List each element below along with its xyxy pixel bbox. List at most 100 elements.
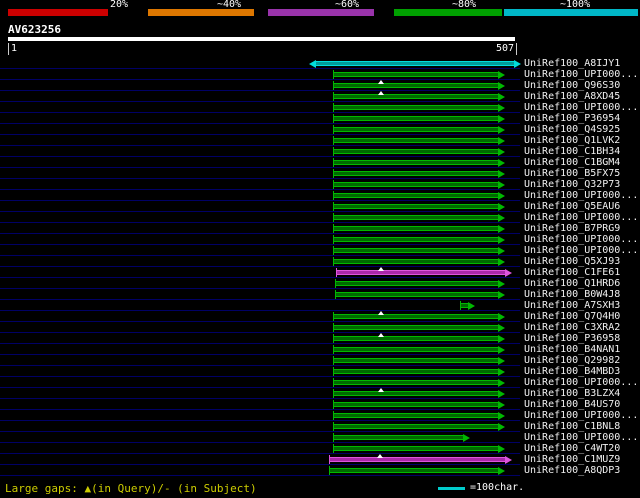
hit-label[interactable]: UniRef100_A8IJY1 — [524, 58, 620, 69]
hit-label[interactable]: UniRef100_B3LZX4 — [524, 388, 620, 399]
alignment-bar[interactable] — [335, 290, 505, 299]
alignment-row: UniRef100_Q32P73 — [0, 179, 640, 190]
alignment-bar[interactable] — [333, 103, 505, 112]
alignment-row: UniRef100_UPI000... — [0, 377, 640, 388]
alignment-bar[interactable] — [333, 235, 505, 244]
hit-label[interactable]: UniRef100_UPI000... — [524, 377, 638, 388]
hit-label[interactable]: UniRef100_C4WT20 — [524, 443, 620, 454]
alignment-bar[interactable] — [333, 422, 505, 431]
alignment-bar[interactable] — [333, 257, 505, 266]
alignment-bar[interactable] — [333, 169, 505, 178]
hit-label[interactable]: UniRef100_Q7Q4H0 — [524, 311, 620, 322]
alignment-bar[interactable] — [333, 433, 470, 442]
hit-label[interactable]: UniRef100_C1MUZ9 — [524, 454, 620, 465]
alignment-bar[interactable] — [333, 224, 505, 233]
hit-label[interactable]: UniRef100_C1BGM4 — [524, 157, 620, 168]
hit-label[interactable]: UniRef100_UPI000... — [524, 212, 638, 223]
hit-label[interactable]: UniRef100_Q4S925 — [524, 124, 620, 135]
alignment-row: UniRef100_Q5XJ93 — [0, 256, 640, 267]
scale-key-label: 20% — [110, 0, 129, 10]
hit-label[interactable]: UniRef100_B7PRG9 — [524, 223, 620, 234]
alignment-bar[interactable] — [333, 378, 505, 387]
alignment-row: UniRef100_Q1LVK2 — [0, 135, 640, 146]
scale-unit-label: =100char. — [470, 482, 525, 493]
alignment-bar[interactable] — [333, 367, 505, 376]
hit-label[interactable]: UniRef100_Q1LVK2 — [524, 135, 620, 146]
hit-label[interactable]: UniRef100_B5FX75 — [524, 168, 620, 179]
alignment-bar[interactable] — [333, 191, 505, 200]
start-tick — [333, 180, 334, 189]
alignment-row: UniRef100_A7SXH3 — [0, 300, 640, 311]
alignment-bar[interactable] — [333, 147, 505, 156]
hit-label[interactable]: UniRef100_Q32P73 — [524, 179, 620, 190]
hit-label[interactable]: UniRef100_C1BH34 — [524, 146, 620, 157]
hit-label[interactable]: UniRef100_P36958 — [524, 333, 620, 344]
alignment-bar[interactable] — [333, 202, 505, 211]
alignment-bar[interactable] — [333, 444, 505, 453]
hit-label[interactable]: UniRef100_UPI000... — [524, 190, 638, 201]
alignment-bar[interactable] — [333, 356, 505, 365]
arrowhead-right-icon — [498, 170, 505, 178]
gap-marker-icon — [377, 454, 383, 458]
alignment-row: UniRef100_C1BNL8 — [0, 421, 640, 432]
hit-label[interactable]: UniRef100_C3XRA2 — [524, 322, 620, 333]
hit-label[interactable]: UniRef100_A8XD45 — [524, 91, 620, 102]
hit-label[interactable]: UniRef100_P36954 — [524, 113, 620, 124]
alignment-bar[interactable] — [333, 114, 505, 123]
alignment-bar[interactable] — [333, 91, 505, 101]
hit-label[interactable]: UniRef100_B4MBD3 — [524, 366, 620, 377]
alignment-bar[interactable] — [333, 323, 505, 332]
alignment-bar[interactable] — [335, 279, 505, 288]
hit-label[interactable]: UniRef100_B4NAN1 — [524, 344, 620, 355]
hit-label[interactable]: UniRef100_UPI000... — [524, 102, 638, 113]
alignment-bar[interactable] — [460, 301, 475, 310]
alignment-bar[interactable] — [333, 80, 505, 90]
alignment-bar[interactable] — [336, 267, 512, 277]
hit-label[interactable]: UniRef100_C1FE61 — [524, 267, 620, 278]
hit-label[interactable]: UniRef100_B4US70 — [524, 399, 620, 410]
alignment-bar[interactable] — [333, 136, 505, 145]
alignment-bar[interactable] — [333, 311, 505, 321]
alignment-row: UniRef100_B5FX75 — [0, 168, 640, 179]
alignment-bar[interactable] — [333, 213, 505, 222]
alignment-bar[interactable] — [329, 466, 505, 475]
alignment-bar[interactable] — [333, 180, 505, 189]
query-name: AV623256 — [8, 23, 61, 36]
alignment-row: UniRef100_Q4S925 — [0, 124, 640, 135]
arrowhead-right-icon — [498, 357, 505, 365]
hit-label[interactable]: UniRef100_Q1HRD6 — [524, 278, 620, 289]
arrowhead-right-icon — [498, 93, 505, 101]
gap-marker-icon — [378, 267, 384, 271]
alignment-bar[interactable] — [333, 400, 505, 409]
alignment-bar[interactable] — [333, 125, 505, 134]
hit-label[interactable]: UniRef100_Q5XJ93 — [524, 256, 620, 267]
start-tick — [333, 114, 334, 123]
alignment-bar[interactable] — [333, 411, 505, 420]
alignment-bar[interactable] — [333, 70, 505, 79]
hit-label[interactable]: UniRef100_UPI000... — [524, 410, 638, 421]
hit-label[interactable]: UniRef100_A7SXH3 — [524, 300, 620, 311]
arrowhead-right-icon — [498, 126, 505, 134]
hit-label[interactable]: UniRef100_UPI000... — [524, 245, 638, 256]
hit-label[interactable]: UniRef100_Q29982 — [524, 355, 620, 366]
hit-label[interactable]: UniRef100_Q5EAU6 — [524, 201, 620, 212]
hit-label[interactable]: UniRef100_A8QDP3 — [524, 465, 620, 476]
alignment-bar[interactable] — [333, 246, 505, 255]
alignment-bar[interactable] — [333, 388, 505, 398]
hit-label[interactable]: UniRef100_UPI000... — [524, 234, 638, 245]
hit-label[interactable]: UniRef100_UPI000... — [524, 432, 638, 443]
start-tick — [333, 147, 334, 156]
hit-label[interactable]: UniRef100_UPI000... — [524, 69, 638, 80]
arrowhead-right-icon — [498, 401, 505, 409]
alignment-bar[interactable] — [333, 333, 505, 343]
alignment-row: UniRef100_B3LZX4 — [0, 388, 640, 399]
alignment-bar[interactable] — [309, 60, 521, 68]
hit-label[interactable]: UniRef100_B0W4J8 — [524, 289, 620, 300]
hit-label[interactable]: UniRef100_Q96S30 — [524, 80, 620, 91]
start-tick — [333, 323, 334, 332]
scale-key-label: ~80% — [452, 0, 477, 10]
alignment-bar[interactable] — [333, 345, 505, 354]
hit-label[interactable]: UniRef100_C1BNL8 — [524, 421, 620, 432]
alignment-bar[interactable] — [333, 158, 505, 167]
alignment-bar[interactable] — [329, 454, 512, 464]
